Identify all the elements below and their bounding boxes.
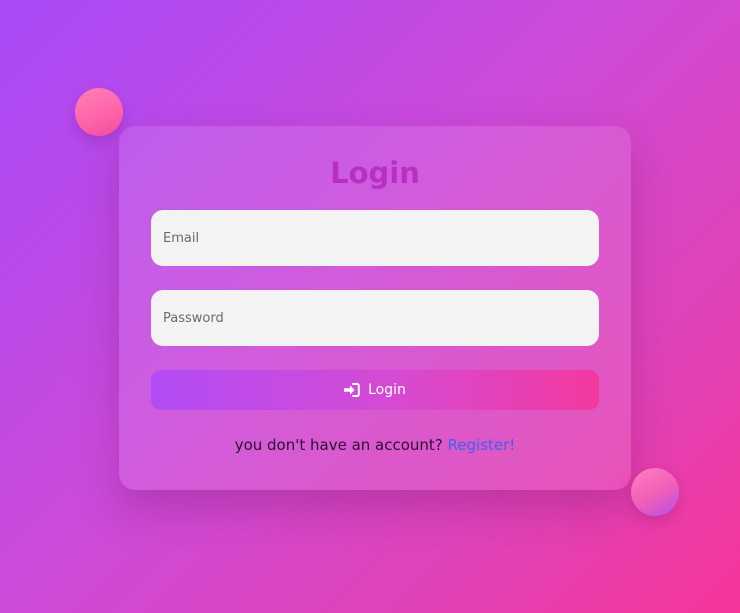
- decorative-circle-top: [75, 88, 123, 136]
- sign-in-icon: [344, 383, 360, 397]
- register-prompt-text: you don't have an account?: [234, 436, 448, 454]
- decorative-circle-bottom: [631, 468, 679, 516]
- login-card: Login Login you don't have an account? R…: [119, 126, 631, 490]
- login-button-label: Login: [368, 382, 406, 398]
- register-prompt: you don't have an account? Register!: [119, 436, 631, 454]
- login-title: Login: [330, 156, 420, 190]
- login-button[interactable]: Login: [151, 370, 599, 410]
- email-input[interactable]: [151, 210, 599, 266]
- password-input[interactable]: [151, 290, 599, 346]
- register-link[interactable]: Register!: [448, 436, 516, 454]
